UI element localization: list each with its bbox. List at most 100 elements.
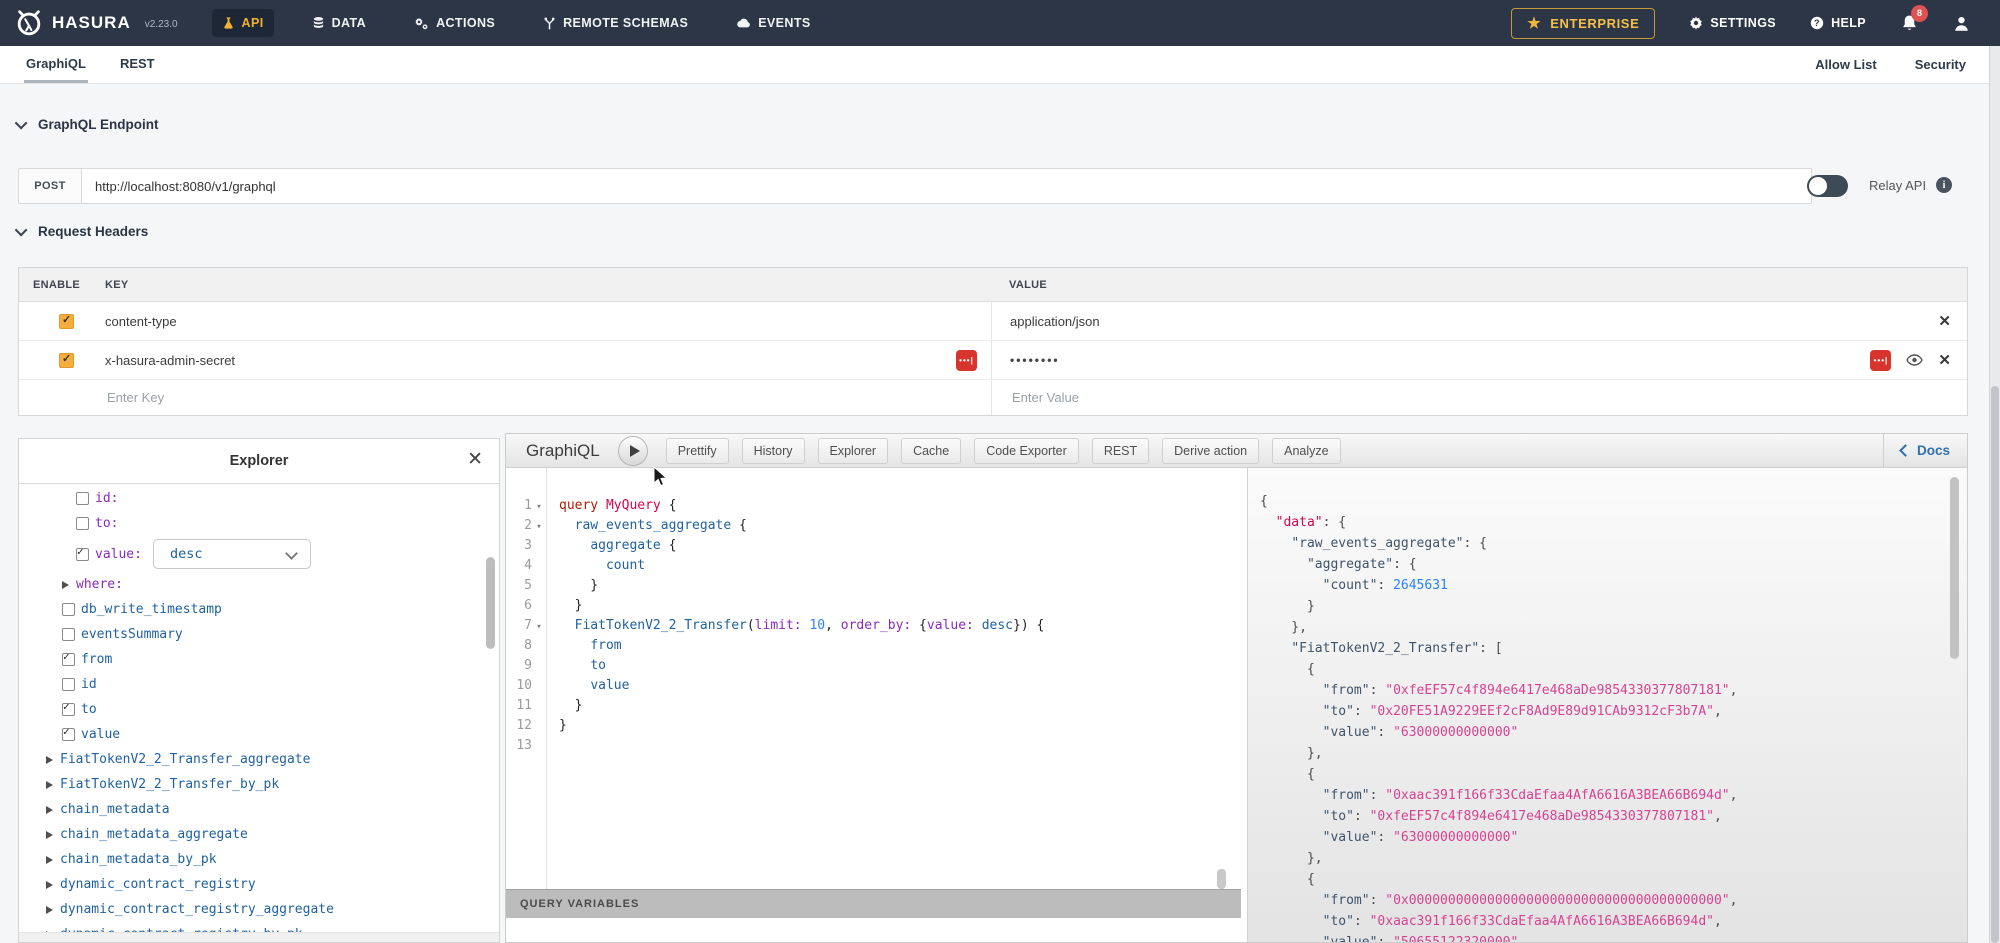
- graphql-endpoint-section-toggle[interactable]: GraphQL Endpoint: [18, 117, 159, 132]
- explorer-item-label: db_write_timestamp: [81, 602, 222, 617]
- explorer-item-chain_metadata_aggregate[interactable]: chain_metadata_aggregate: [19, 822, 499, 847]
- explorer-item-dynamic_contract_registry_aggregate[interactable]: dynamic_contract_registry_aggregate: [19, 897, 499, 922]
- explorer-item-id[interactable]: id: [19, 672, 499, 697]
- settings-button[interactable]: SETTINGS: [1689, 16, 1776, 30]
- link-allow-list[interactable]: Allow List: [1815, 57, 1876, 72]
- field-checkbox[interactable]: [62, 728, 75, 741]
- explorer-item-value[interactable]: value:desc: [19, 536, 499, 572]
- code-exporter-button[interactable]: Code Exporter: [974, 438, 1079, 464]
- link-security[interactable]: Security: [1915, 57, 1966, 72]
- tab-rest[interactable]: REST: [118, 46, 157, 83]
- lastpass-icon[interactable]: •••|: [956, 350, 977, 371]
- nav-item-remote-schemas[interactable]: REMOTE SCHEMAS: [533, 9, 698, 37]
- fold-arrow-icon[interactable]: ▾: [532, 496, 546, 516]
- help-button[interactable]: ? HELP: [1810, 16, 1866, 30]
- cache-button[interactable]: Cache: [901, 438, 961, 464]
- explorer-button[interactable]: Explorer: [818, 438, 889, 464]
- nav-item-actions[interactable]: ACTIONS: [404, 9, 505, 37]
- response-line: "count": 2645631: [1260, 575, 1947, 596]
- order-direction-dropdown[interactable]: desc: [153, 539, 311, 569]
- info-icon[interactable]: i: [1936, 177, 1952, 193]
- field-checkbox[interactable]: [62, 603, 75, 616]
- remove-header-icon[interactable]: ✕: [1938, 353, 1951, 368]
- remove-header-icon[interactable]: ✕: [1938, 314, 1951, 329]
- explorer-item-value[interactable]: value: [19, 722, 499, 747]
- query-variables-editor[interactable]: [506, 918, 1241, 942]
- window-scrollbar-thumb[interactable]: [1991, 386, 1999, 943]
- query-line: 5 }: [506, 576, 1241, 596]
- line-number: 2: [506, 516, 532, 536]
- field-checkbox[interactable]: [76, 517, 89, 530]
- close-icon[interactable]: ✕: [467, 450, 483, 469]
- nav-item-events[interactable]: EVENTS: [726, 9, 820, 37]
- lastpass-icon[interactable]: •••|: [1870, 350, 1891, 371]
- explorer-item-db_write_timestamp[interactable]: db_write_timestamp: [19, 597, 499, 622]
- explorer-item-from[interactable]: from: [19, 647, 499, 672]
- fold-arrow-icon[interactable]: ▾: [532, 616, 546, 636]
- response-line: "data": {: [1260, 512, 1947, 533]
- header-key[interactable]: x-hasura-admin-secret: [105, 353, 235, 368]
- response-scrollbar[interactable]: [1950, 477, 1959, 659]
- header-enabled-checkbox[interactable]: [59, 314, 74, 329]
- analyze-button[interactable]: Analyze: [1272, 438, 1340, 464]
- hasura-logo[interactable]: HASURA v2.23.0: [14, 8, 178, 38]
- explorer-scrollbar[interactable]: [486, 557, 495, 649]
- nav-item-label: EVENTS: [758, 16, 810, 30]
- header-value[interactable]: application/json: [1010, 314, 1100, 329]
- explorer-hscrollbar[interactable]: [19, 932, 499, 942]
- execute-query-button[interactable]: [618, 436, 648, 466]
- nav-item-data[interactable]: DATA: [302, 9, 376, 37]
- header-value[interactable]: ••••••••: [1010, 353, 1060, 367]
- nav-item-label: ACTIONS: [436, 16, 495, 30]
- explorer-title: Explorer: [230, 453, 289, 469]
- explorer-item-where[interactable]: where:: [19, 572, 499, 597]
- derive-action-button[interactable]: Derive action: [1162, 438, 1259, 464]
- header-key[interactable]: content-type: [105, 314, 177, 329]
- notifications-button[interactable]: 8: [1900, 14, 1919, 33]
- response-line: "from": "0x00000000000000000000000000000…: [1260, 890, 1947, 911]
- enterprise-button[interactable]: ★ ENTERPRISE: [1511, 8, 1655, 39]
- subnav-links: Allow List Security: [1815, 46, 2000, 83]
- fold-arrow-icon[interactable]: ▾: [532, 516, 546, 536]
- explorer-item-to[interactable]: to:: [19, 511, 499, 536]
- new-header-key-input[interactable]: [105, 389, 894, 406]
- nav-item-label: REMOTE SCHEMAS: [563, 16, 688, 30]
- field-checkbox[interactable]: [62, 628, 75, 641]
- explorer-item-FiatTokenV2_2_Transfer_aggregate[interactable]: FiatTokenV2_2_Transfer_aggregate: [19, 747, 499, 772]
- user-menu-button[interactable]: [1953, 15, 1970, 32]
- rest-button[interactable]: REST: [1092, 438, 1149, 464]
- tab-graphiql[interactable]: GraphiQL: [24, 46, 88, 83]
- explorer-item-dynamic_contract_registry[interactable]: dynamic_contract_registry: [19, 872, 499, 897]
- response-line: "value": "63000000000000": [1260, 827, 1947, 848]
- field-checkbox[interactable]: [62, 678, 75, 691]
- explorer-item-chain_metadata_by_pk[interactable]: chain_metadata_by_pk: [19, 847, 499, 872]
- field-checkbox[interactable]: [76, 548, 89, 561]
- history-button[interactable]: History: [742, 438, 805, 464]
- header-enabled-checkbox[interactable]: [59, 353, 74, 368]
- nav-item-api[interactable]: API: [212, 9, 274, 37]
- explorer-item-id[interactable]: id:: [19, 486, 499, 511]
- flask-icon: [222, 16, 235, 30]
- window-scrollbar[interactable]: [1989, 46, 2000, 943]
- query-editor[interactable]: 1▾query MyQuery {2▾ raw_events_aggregate…: [506, 468, 1241, 942]
- explorer-item-eventsSummary[interactable]: eventsSummary: [19, 622, 499, 647]
- query-variables-bar[interactable]: QUERY VARIABLES: [506, 889, 1241, 918]
- explorer-item-to[interactable]: to: [19, 697, 499, 722]
- relay-api-toggle[interactable]: [1807, 175, 1848, 197]
- graphql-endpoint-input[interactable]: [82, 168, 1812, 204]
- explorer-item-FiatTokenV2_2_Transfer_by_pk[interactable]: FiatTokenV2_2_Transfer_by_pk: [19, 772, 499, 797]
- response-line: "from": "0xaac391f166f33CdaEfaa4AfA6616A…: [1260, 785, 1947, 806]
- section-title: Request Headers: [38, 224, 148, 239]
- reveal-value-eye-icon[interactable]: [1906, 354, 1923, 366]
- prettify-button[interactable]: Prettify: [666, 438, 729, 464]
- field-checkbox[interactable]: [76, 492, 89, 505]
- headers-table-head: ENABLE KEY VALUE: [19, 268, 1967, 302]
- editor-scrollbar[interactable]: [1217, 869, 1226, 889]
- request-headers-section-toggle[interactable]: Request Headers: [18, 224, 148, 239]
- explorer-item-chain_metadata[interactable]: chain_metadata: [19, 797, 499, 822]
- docs-button[interactable]: Docs: [1883, 434, 1967, 467]
- field-checkbox[interactable]: [62, 653, 75, 666]
- field-checkbox[interactable]: [62, 703, 75, 716]
- new-header-value-input[interactable]: [1010, 389, 1861, 406]
- dropdown-selected-value: desc: [170, 546, 203, 562]
